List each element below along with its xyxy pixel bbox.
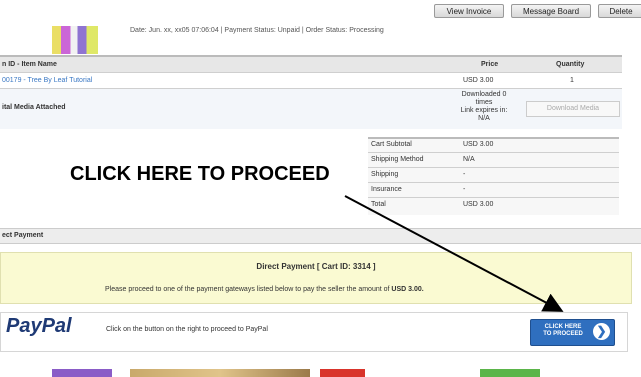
- annotation-arrow: [344, 195, 564, 312]
- gateway-logo: [320, 369, 365, 377]
- other-gateways-strip: [40, 365, 600, 377]
- gateway-logo: [480, 369, 540, 377]
- gateway-logo: [130, 369, 310, 377]
- gateway-logo: [52, 369, 112, 377]
